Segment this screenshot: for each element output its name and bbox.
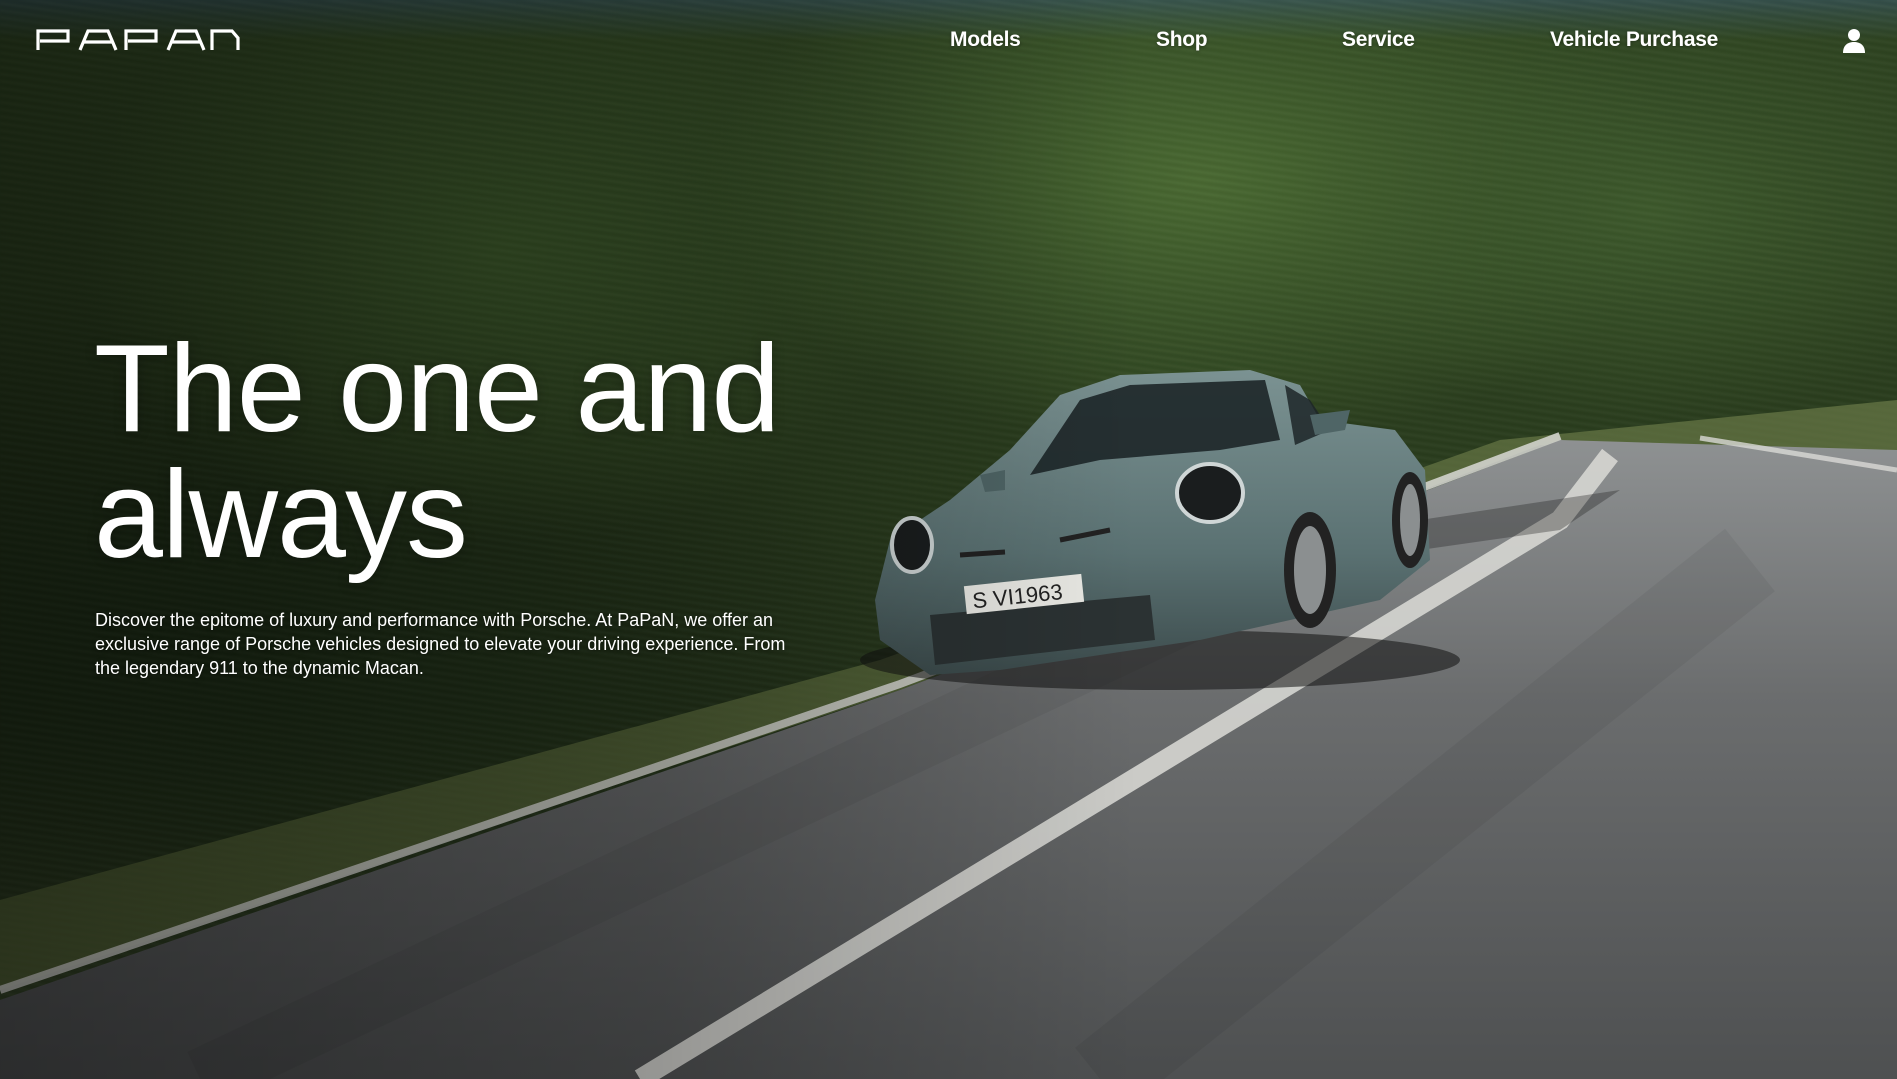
nav-link-vehicle-purchase[interactable]: Vehicle Purchase [1550,28,1718,52]
nav-link-models[interactable]: Models [950,28,1021,52]
nav-link-service[interactable]: Service [1342,28,1415,52]
user-icon [1843,29,1865,53]
account-button[interactable] [1842,28,1866,54]
top-navigation: Models Shop Service Vehicle Purchase [0,0,1897,86]
papan-wordmark-logo [36,29,240,51]
page: S VI1963 [0,0,1897,1079]
papan-logo[interactable] [36,28,240,52]
hero-title: The one and always [94,320,780,584]
nav-link-shop[interactable]: Shop [1156,28,1208,52]
hero-description: Discover the epitome of luxury and perfo… [95,610,786,678]
